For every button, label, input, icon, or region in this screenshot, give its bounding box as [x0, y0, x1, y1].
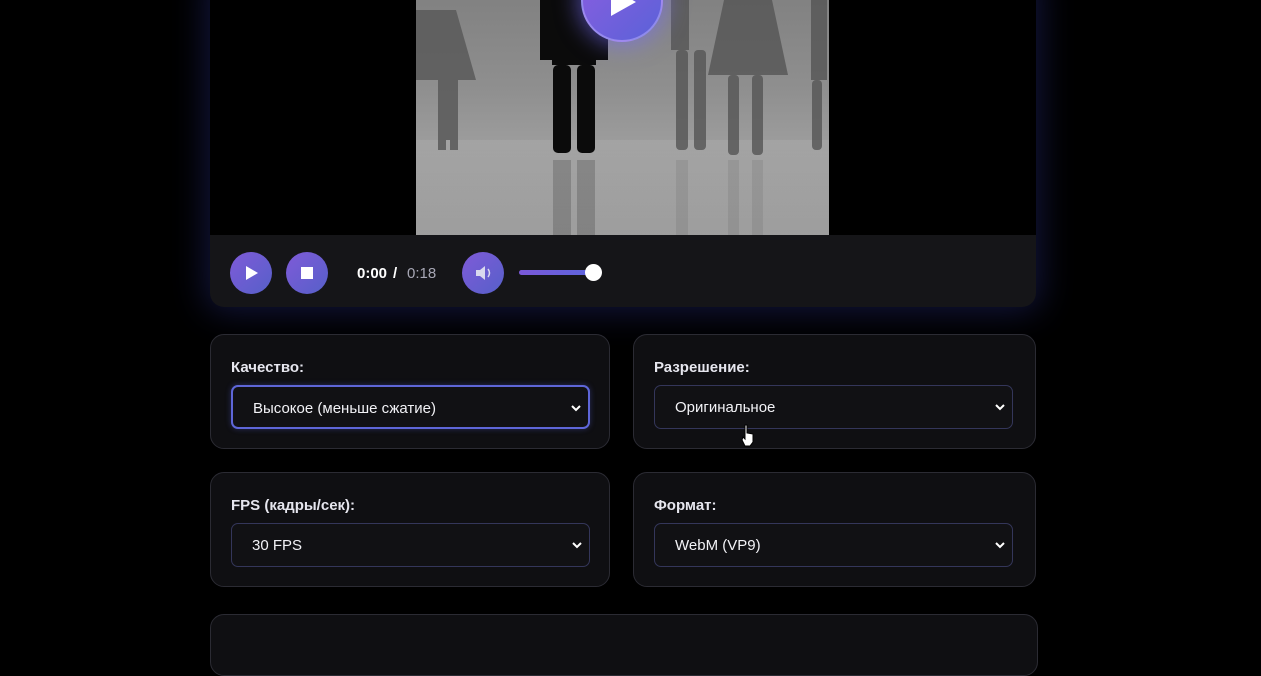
hand-pointer-icon [741, 424, 754, 447]
resolution-card: Разрешение: Оригинальное [633, 334, 1036, 449]
duration: 0:18 [407, 265, 437, 282]
play-icon [246, 266, 258, 280]
resolution-select[interactable]: Оригинальное [654, 385, 1013, 429]
fps-card: FPS (кадры/сек): 30 FPS [210, 472, 610, 587]
volume-icon [476, 266, 491, 280]
resolution-label: Разрешение: [654, 359, 750, 376]
mute-button[interactable] [462, 252, 504, 294]
time-separator: / [393, 265, 398, 282]
format-select[interactable]: WebM (VP9) [654, 523, 1013, 567]
fps-select[interactable]: 30 FPS [231, 523, 590, 567]
stop-button[interactable] [286, 252, 328, 294]
format-label: Формат: [654, 497, 717, 514]
quality-card: Качество: Высокое (меньше сжатие) [210, 334, 610, 449]
format-select-value: WebM (VP9) [675, 537, 761, 554]
chevron-down-icon [995, 404, 1005, 411]
volume-slider[interactable] [519, 264, 602, 281]
next-settings-card [210, 614, 1038, 676]
quality-select-value: Высокое (меньше сжатие) [253, 400, 436, 417]
volume-slider-fill [519, 270, 593, 275]
video-area[interactable] [210, 0, 1036, 235]
player-controls: 0:00 / 0:18 [210, 235, 1036, 307]
chevron-down-icon [995, 542, 1005, 549]
quality-select[interactable]: Высокое (меньше сжатие) [231, 385, 590, 429]
resolution-select-value: Оригинальное [675, 399, 776, 416]
chevron-down-icon [571, 405, 581, 412]
play-button[interactable] [230, 252, 272, 294]
volume-slider-thumb[interactable] [584, 264, 602, 281]
chevron-down-icon [572, 542, 582, 549]
video-player: 0:00 / 0:18 [210, 0, 1036, 307]
fps-label: FPS (кадры/сек): [231, 497, 356, 514]
play-icon [611, 0, 636, 16]
stop-icon [301, 267, 313, 279]
fps-select-value: 30 FPS [252, 537, 303, 554]
quality-label: Качество: [231, 359, 305, 376]
current-time: 0:00 [357, 265, 388, 282]
format-card: Формат: WebM (VP9) [633, 472, 1036, 587]
